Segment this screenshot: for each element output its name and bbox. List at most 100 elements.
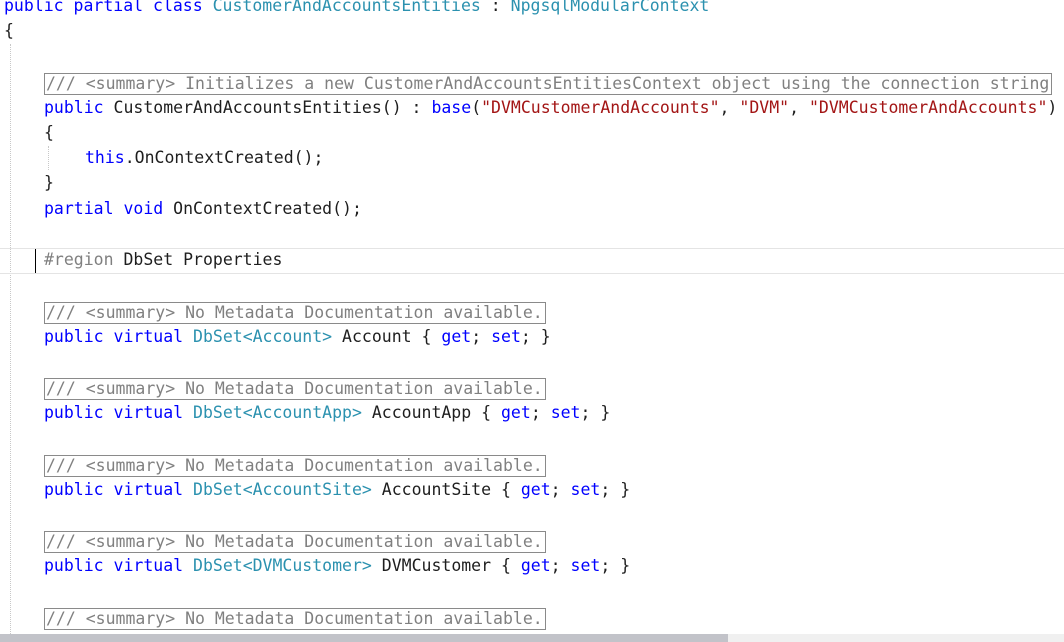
code-editor[interactable]: public partial class CustomerAndAccounts…	[0, 0, 1064, 642]
keyword: public partial class	[4, 0, 203, 15]
brace: }	[540, 327, 551, 346]
keyword: set	[491, 327, 521, 346]
punctuation: ;	[471, 327, 492, 346]
brace: }	[620, 556, 631, 575]
keyword: public virtual	[44, 403, 184, 422]
horizontal-scrollbar-thumb[interactable]	[0, 634, 728, 642]
code-line-ctor-open: {	[44, 121, 54, 145]
code-line-ctor-close: }	[44, 171, 54, 195]
punctuation: ;	[520, 327, 541, 346]
code-line-doc-summary: /// <summary> No Metadata Documentation …	[44, 301, 546, 325]
separator-line	[0, 273, 1064, 274]
entity-type: DVMCustomer	[252, 556, 362, 575]
generic-bracket: >	[322, 327, 333, 346]
brace: {	[4, 21, 14, 40]
base-class-name: NpgsqlModularContext	[510, 0, 710, 15]
code-line-doc-summary: /// <summary> No Metadata Documentation …	[44, 454, 546, 478]
keyword: public virtual	[44, 327, 184, 346]
region-directive: #region	[44, 250, 114, 269]
entity-type: AccountSite	[252, 480, 362, 499]
method-decl: OnContextCreated();	[163, 199, 362, 218]
keyword: set	[570, 480, 601, 499]
keyword: base	[431, 98, 472, 117]
brace: }	[600, 403, 611, 422]
code-line-property: public virtual DbSet<Account> Account { …	[44, 325, 551, 349]
type-name: DbSet	[193, 403, 243, 422]
punctuation: ;	[580, 403, 601, 422]
keyword: set	[570, 556, 601, 575]
code-line-property: public virtual DbSet<AccountSite> Accoun…	[44, 478, 630, 502]
code-line-property: public virtual DbSet<AccountApp> Account…	[44, 401, 610, 425]
code-line-ctor-body: this.OnContextCreated();	[85, 146, 323, 170]
code-line-class-declaration: public partial class CustomerAndAccounts…	[4, 0, 709, 18]
type-name: DbSet	[193, 327, 243, 346]
punctuation: ;	[530, 403, 551, 422]
code-line-ctor-declaration: public CustomerAndAccountsEntities() : b…	[44, 96, 1057, 120]
string-literal: "DVMCustomerAndAccounts"	[808, 98, 1048, 117]
property-name: AccountApp	[361, 403, 482, 422]
string-literal: "DVM"	[739, 98, 790, 117]
brace: }	[44, 173, 54, 192]
punctuation: )	[1047, 98, 1058, 117]
keyword: set	[550, 403, 581, 422]
code-line-open-brace: {	[4, 19, 14, 43]
region-name: DbSet Properties	[113, 250, 283, 269]
punctuation: ;	[550, 480, 571, 499]
string-literal: "DVMCustomerAndAccounts"	[481, 98, 720, 117]
generic-bracket: >	[361, 480, 372, 499]
indent-guide	[48, 146, 49, 170]
punctuation: :	[480, 0, 511, 15]
keyword: get	[520, 480, 551, 499]
punctuation: ;	[600, 556, 621, 575]
keyword: get	[520, 556, 551, 575]
punctuation: ,	[719, 98, 740, 117]
code-line-partial-method: partial void OnContextCreated();	[44, 197, 362, 221]
code-line-region[interactable]: #region DbSet Properties	[44, 248, 282, 272]
punctuation: ;	[550, 556, 571, 575]
generic-bracket: <	[242, 327, 253, 346]
collapsed-doc-comment[interactable]: /// <summary> No Metadata Documentation …	[44, 608, 546, 630]
property-name: Account	[332, 327, 422, 346]
brace: {	[421, 327, 442, 346]
code-line-property: public virtual DbSet<DVMCustomer> DVMCus…	[44, 554, 630, 578]
collapsed-doc-comment[interactable]: /// <summary> No Metadata Documentation …	[44, 302, 546, 324]
generic-bracket: <	[242, 403, 253, 422]
generic-bracket: >	[361, 556, 372, 575]
keyword: get	[441, 327, 472, 346]
entity-type: AccountApp	[252, 403, 352, 422]
brace: }	[620, 480, 631, 499]
collapsed-doc-comment[interactable]: /// <summary> No Metadata Documentation …	[44, 455, 546, 477]
brace: {	[44, 123, 54, 142]
generic-bracket: <	[242, 480, 253, 499]
keyword: this	[85, 148, 125, 167]
collapsed-doc-comment[interactable]: /// <summary> No Metadata Documentation …	[44, 531, 546, 553]
property-name: DVMCustomer	[371, 556, 501, 575]
collapsed-doc-comment[interactable]: /// <summary> No Metadata Documentation …	[44, 378, 546, 400]
code-line-doc-summary: /// <summary> No Metadata Documentation …	[44, 530, 546, 554]
collapsed-doc-comment[interactable]: /// <summary> Initializes a new Customer…	[44, 73, 1053, 95]
keyword: get	[501, 403, 531, 422]
brace: {	[481, 403, 501, 422]
code-line-ctor-summary: /// <summary> Initializes a new Customer…	[44, 72, 1053, 96]
punctuation: (	[471, 98, 482, 117]
code-line-doc-summary: /// <summary> No Metadata Documentation …	[44, 377, 546, 401]
indent-guide	[10, 44, 11, 634]
property-name: AccountSite	[371, 480, 501, 499]
keyword: public	[44, 98, 104, 117]
type-name: DbSet	[193, 556, 243, 575]
type-name: DbSet	[193, 480, 243, 499]
brace: {	[500, 480, 521, 499]
keyword: partial void	[44, 199, 164, 218]
ctor-name: CustomerAndAccountsEntities() :	[103, 98, 432, 117]
method-call: .OnContextCreated();	[124, 148, 324, 167]
keyword: public virtual	[44, 480, 184, 499]
code-line-doc-summary: /// <summary> No Metadata Documentation …	[44, 607, 546, 631]
punctuation: ,	[789, 98, 809, 117]
punctuation: ;	[600, 480, 621, 499]
class-name: CustomerAndAccountsEntities	[212, 0, 481, 15]
text-caret	[35, 249, 36, 273]
generic-bracket: <	[242, 556, 253, 575]
brace: {	[500, 556, 521, 575]
keyword: public virtual	[44, 556, 184, 575]
entity-type: Account	[252, 327, 323, 346]
